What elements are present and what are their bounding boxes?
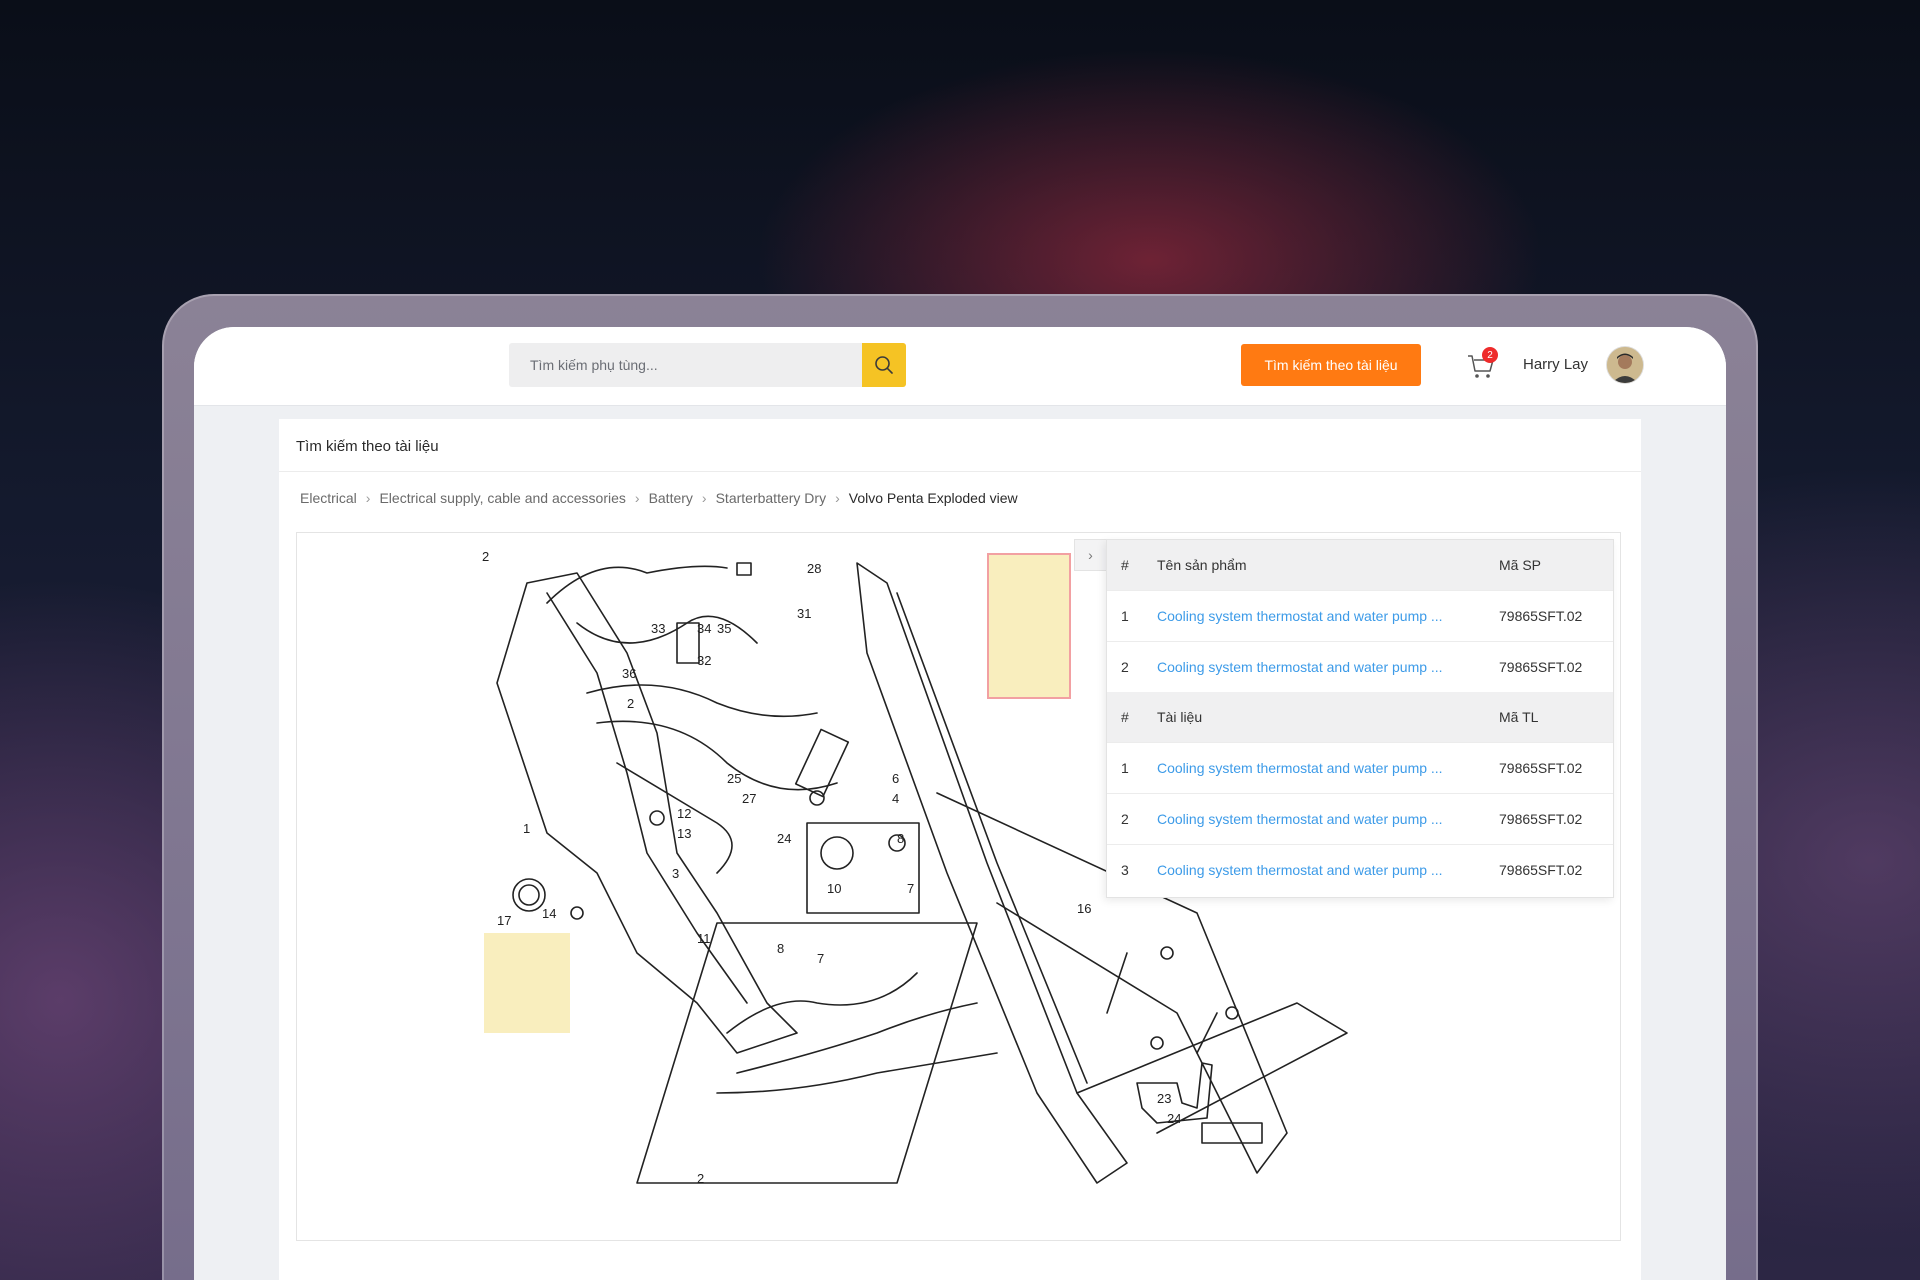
user-name[interactable]: Harry Lay: [1523, 356, 1588, 373]
col-document-name: Tài liệu: [1155, 692, 1499, 742]
top-bar: Tìm kiếm theo tài liệu 2 Harry Lay: [194, 327, 1726, 405]
callout-2: 2: [482, 549, 489, 564]
callout-12: 11: [697, 931, 711, 946]
search-input[interactable]: [509, 343, 862, 387]
callout-25: 28: [807, 561, 821, 576]
col-document-code: Mã TL: [1499, 692, 1613, 742]
document-link[interactable]: Cooling system thermostat and water pump…: [1155, 741, 1499, 793]
callout-36: 36: [622, 666, 636, 681]
products-table: # Tên sản phẩm Mã SP 1 Cooling system th…: [1107, 540, 1613, 895]
callout-2c: 2: [697, 1171, 704, 1186]
callout-6: 6: [892, 771, 899, 786]
chevron-right-icon: ›: [1088, 547, 1093, 563]
col-number: #: [1107, 540, 1155, 590]
callout-10: 8: [897, 831, 904, 846]
callout-29: 27: [742, 791, 756, 806]
avatar[interactable]: [1607, 347, 1643, 383]
divider: [279, 471, 1641, 472]
avatar-image: [1607, 347, 1643, 383]
callout-17: 17: [497, 913, 511, 928]
row-number: 1: [1107, 741, 1155, 793]
row-number: 2: [1107, 792, 1155, 844]
table-row[interactable]: 3 Cooling system thermostat and water pu…: [1107, 843, 1613, 895]
highlight-part-17[interactable]: [484, 933, 570, 1033]
document-code: 79865SFT.02: [1499, 843, 1613, 895]
document-link[interactable]: Cooling system thermostat and water pump…: [1155, 843, 1499, 895]
table-row[interactable]: 2 Cooling system thermostat and water pu…: [1107, 640, 1613, 692]
product-code: 79865SFT.02: [1499, 640, 1613, 692]
collapse-panel-button[interactable]: ›: [1074, 539, 1106, 571]
chevron-right-icon: ›: [835, 490, 840, 506]
callout-15: 14: [542, 906, 556, 921]
chevron-right-icon: ›: [365, 490, 371, 506]
callout-3: 3: [672, 866, 679, 881]
chevron-right-icon: ›: [701, 490, 707, 506]
breadcrumb-item-starterbattery[interactable]: Starterbattery Dry: [716, 490, 826, 506]
app-screen: Tìm kiếm theo tài liệu 2 Harry Lay Tìm k…: [194, 327, 1726, 1280]
breadcrumb-item-electrical[interactable]: Electrical: [300, 490, 357, 506]
callout-16: 16: [1077, 901, 1091, 916]
callout-27: 24: [777, 831, 791, 846]
callout-23: 23: [1157, 1091, 1171, 1106]
breadcrumb-item-battery[interactable]: Battery: [649, 490, 693, 506]
page-title: Tìm kiếm theo tài liệu: [296, 438, 439, 455]
callout-8: 8: [777, 941, 784, 956]
search-bar: [509, 343, 906, 387]
callout-14: 13: [677, 826, 691, 841]
exploded-view-viewer[interactable]: 2 28 31 33 34 35 36 32 2 25 27 6 4 1 12 …: [296, 532, 1621, 1241]
search-button[interactable]: [862, 343, 906, 387]
product-link[interactable]: Cooling system thermostat and water pump…: [1155, 640, 1499, 692]
row-number: 1: [1107, 589, 1155, 641]
product-code: 79865SFT.02: [1499, 589, 1613, 641]
cart-badge: 2: [1482, 347, 1498, 363]
product-link[interactable]: Cooling system thermostat and water pump…: [1155, 589, 1499, 641]
doc-search-button[interactable]: Tìm kiếm theo tài liệu: [1241, 344, 1421, 386]
breadcrumb-item-electrical-supply[interactable]: Electrical supply, cable and accessories: [379, 490, 625, 506]
callout-33: 33: [651, 621, 665, 636]
row-number: 3: [1107, 843, 1155, 895]
col-product-code: Mã SP: [1499, 540, 1613, 590]
breadcrumb: Electrical › Electrical supply, cable an…: [300, 490, 1018, 506]
col-product-name: Tên sản phẩm: [1155, 540, 1499, 590]
parts-table-panel: # Tên sản phẩm Mã SP 1 Cooling system th…: [1106, 539, 1614, 898]
highlight-part-25[interactable]: [987, 553, 1071, 699]
row-number: 2: [1107, 640, 1155, 692]
table-row[interactable]: 2 Cooling system thermostat and water pu…: [1107, 792, 1613, 844]
document-link[interactable]: Cooling system thermostat and water pump…: [1155, 792, 1499, 844]
callout-24: 24: [1167, 1111, 1181, 1126]
callout-31: 31: [797, 606, 811, 621]
col-number: #: [1107, 692, 1155, 742]
callout-28: 25: [727, 771, 741, 786]
callout-13: 12: [677, 806, 691, 821]
callout-11: 10: [827, 881, 841, 896]
callout-35: 35: [717, 621, 731, 636]
callout-9: 7: [907, 881, 914, 896]
search-icon: [875, 356, 893, 374]
callout-7: 7: [817, 951, 824, 966]
callout-34: 34: [697, 621, 711, 636]
cart-button[interactable]: 2: [1466, 347, 1502, 383]
callout-32: 32: [697, 653, 711, 668]
document-code: 79865SFT.02: [1499, 741, 1613, 793]
document-code: 79865SFT.02: [1499, 792, 1613, 844]
chevron-right-icon: ›: [634, 490, 640, 506]
table-row[interactable]: 1 Cooling system thermostat and water pu…: [1107, 741, 1613, 793]
content-panel: Tìm kiếm theo tài liệu Electrical › Elec…: [279, 419, 1641, 1280]
table-row[interactable]: 1 Cooling system thermostat and water pu…: [1107, 589, 1613, 641]
callout-1: 1: [523, 821, 530, 836]
breadcrumb-item-current: Volvo Penta Exploded view: [848, 490, 1018, 506]
callout-4: 4: [892, 791, 899, 806]
callout-2b: 2: [627, 696, 634, 711]
